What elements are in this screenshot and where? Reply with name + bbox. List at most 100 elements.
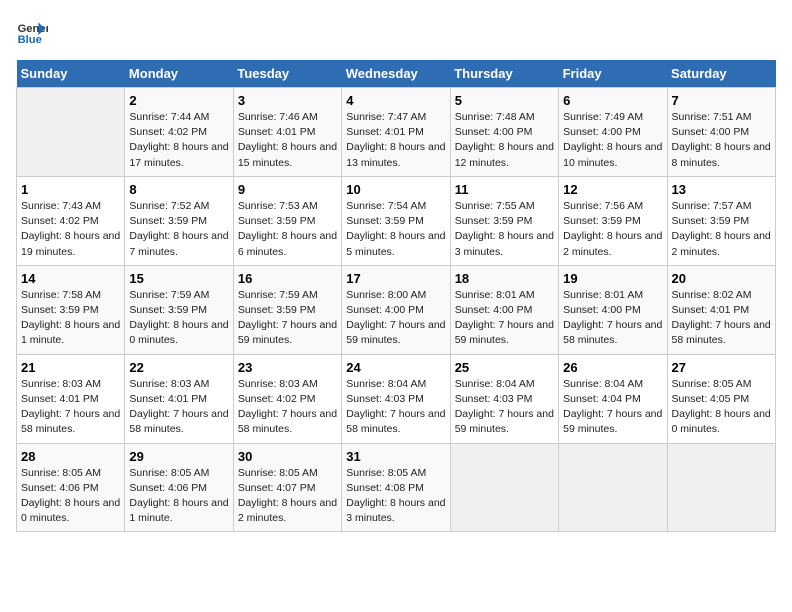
day-number: 25 (455, 360, 554, 375)
day-info: Sunrise: 7:59 AM Sunset: 3:59 PM Dayligh… (129, 288, 228, 349)
day-number: 17 (346, 271, 445, 286)
day-info: Sunrise: 7:58 AM Sunset: 3:59 PM Dayligh… (21, 288, 120, 349)
calendar-cell: 22 Sunrise: 8:03 AM Sunset: 4:01 PM Dayl… (125, 354, 233, 443)
day-info: Sunrise: 8:03 AM Sunset: 4:01 PM Dayligh… (129, 377, 228, 438)
day-info: Sunrise: 7:49 AM Sunset: 4:00 PM Dayligh… (563, 110, 662, 171)
calendar-cell: 21 Sunrise: 8:03 AM Sunset: 4:01 PM Dayl… (17, 354, 125, 443)
dow-header: Friday (559, 60, 667, 88)
day-info: Sunrise: 8:03 AM Sunset: 4:02 PM Dayligh… (238, 377, 337, 438)
calendar-cell: 31 Sunrise: 8:05 AM Sunset: 4:08 PM Dayl… (342, 443, 450, 532)
calendar-cell: 3 Sunrise: 7:46 AM Sunset: 4:01 PM Dayli… (233, 88, 341, 177)
calendar-cell: 12 Sunrise: 7:56 AM Sunset: 3:59 PM Dayl… (559, 176, 667, 265)
day-number: 2 (129, 93, 228, 108)
day-info: Sunrise: 8:01 AM Sunset: 4:00 PM Dayligh… (563, 288, 662, 349)
calendar-week: 28 Sunrise: 8:05 AM Sunset: 4:06 PM Dayl… (17, 443, 776, 532)
calendar-cell (667, 443, 775, 532)
day-number: 30 (238, 449, 337, 464)
calendar-cell: 6 Sunrise: 7:49 AM Sunset: 4:00 PM Dayli… (559, 88, 667, 177)
day-number: 11 (455, 182, 554, 197)
calendar-cell: 25 Sunrise: 8:04 AM Sunset: 4:03 PM Dayl… (450, 354, 558, 443)
calendar-cell: 14 Sunrise: 7:58 AM Sunset: 3:59 PM Dayl… (17, 265, 125, 354)
day-info: Sunrise: 7:51 AM Sunset: 4:00 PM Dayligh… (672, 110, 771, 171)
day-number: 21 (21, 360, 120, 375)
calendar-cell: 28 Sunrise: 8:05 AM Sunset: 4:06 PM Dayl… (17, 443, 125, 532)
calendar-cell (17, 88, 125, 177)
calendar-cell: 20 Sunrise: 8:02 AM Sunset: 4:01 PM Dayl… (667, 265, 775, 354)
day-number: 10 (346, 182, 445, 197)
day-number: 14 (21, 271, 120, 286)
day-info: Sunrise: 8:01 AM Sunset: 4:00 PM Dayligh… (455, 288, 554, 349)
dow-header: Sunday (17, 60, 125, 88)
calendar-cell (559, 443, 667, 532)
day-number: 13 (672, 182, 771, 197)
calendar-week: 14 Sunrise: 7:58 AM Sunset: 3:59 PM Dayl… (17, 265, 776, 354)
dow-header: Thursday (450, 60, 558, 88)
calendar-cell: 18 Sunrise: 8:01 AM Sunset: 4:00 PM Dayl… (450, 265, 558, 354)
day-number: 5 (455, 93, 554, 108)
day-info: Sunrise: 7:52 AM Sunset: 3:59 PM Dayligh… (129, 199, 228, 260)
day-number: 28 (21, 449, 120, 464)
calendar-week: 1 Sunrise: 7:43 AM Sunset: 4:02 PM Dayli… (17, 176, 776, 265)
calendar-cell: 13 Sunrise: 7:57 AM Sunset: 3:59 PM Dayl… (667, 176, 775, 265)
day-number: 4 (346, 93, 445, 108)
day-info: Sunrise: 8:03 AM Sunset: 4:01 PM Dayligh… (21, 377, 120, 438)
calendar-cell: 23 Sunrise: 8:03 AM Sunset: 4:02 PM Dayl… (233, 354, 341, 443)
calendar-cell: 19 Sunrise: 8:01 AM Sunset: 4:00 PM Dayl… (559, 265, 667, 354)
day-info: Sunrise: 8:00 AM Sunset: 4:00 PM Dayligh… (346, 288, 445, 349)
calendar-cell: 4 Sunrise: 7:47 AM Sunset: 4:01 PM Dayli… (342, 88, 450, 177)
day-number: 7 (672, 93, 771, 108)
dow-header: Tuesday (233, 60, 341, 88)
day-number: 26 (563, 360, 662, 375)
day-info: Sunrise: 8:05 AM Sunset: 4:08 PM Dayligh… (346, 466, 445, 527)
calendar-cell (450, 443, 558, 532)
day-info: Sunrise: 8:04 AM Sunset: 4:03 PM Dayligh… (346, 377, 445, 438)
page-header: General Blue (16, 16, 776, 48)
day-info: Sunrise: 8:05 AM Sunset: 4:07 PM Dayligh… (238, 466, 337, 527)
day-info: Sunrise: 7:53 AM Sunset: 3:59 PM Dayligh… (238, 199, 337, 260)
calendar-cell: 27 Sunrise: 8:05 AM Sunset: 4:05 PM Dayl… (667, 354, 775, 443)
day-info: Sunrise: 8:05 AM Sunset: 4:06 PM Dayligh… (129, 466, 228, 527)
calendar-cell: 15 Sunrise: 7:59 AM Sunset: 3:59 PM Dayl… (125, 265, 233, 354)
day-number: 18 (455, 271, 554, 286)
calendar-cell: 17 Sunrise: 8:00 AM Sunset: 4:00 PM Dayl… (342, 265, 450, 354)
day-info: Sunrise: 7:57 AM Sunset: 3:59 PM Dayligh… (672, 199, 771, 260)
day-info: Sunrise: 8:04 AM Sunset: 4:04 PM Dayligh… (563, 377, 662, 438)
svg-text:Blue: Blue (18, 34, 42, 46)
day-info: Sunrise: 7:48 AM Sunset: 4:00 PM Dayligh… (455, 110, 554, 171)
day-info: Sunrise: 7:46 AM Sunset: 4:01 PM Dayligh… (238, 110, 337, 171)
day-number: 20 (672, 271, 771, 286)
calendar-cell: 9 Sunrise: 7:53 AM Sunset: 3:59 PM Dayli… (233, 176, 341, 265)
calendar-cell: 30 Sunrise: 8:05 AM Sunset: 4:07 PM Dayl… (233, 443, 341, 532)
calendar-cell: 29 Sunrise: 8:05 AM Sunset: 4:06 PM Dayl… (125, 443, 233, 532)
day-number: 3 (238, 93, 337, 108)
day-number: 27 (672, 360, 771, 375)
calendar-cell: 2 Sunrise: 7:44 AM Sunset: 4:02 PM Dayli… (125, 88, 233, 177)
calendar-week: 21 Sunrise: 8:03 AM Sunset: 4:01 PM Dayl… (17, 354, 776, 443)
day-number: 12 (563, 182, 662, 197)
day-info: Sunrise: 8:04 AM Sunset: 4:03 PM Dayligh… (455, 377, 554, 438)
calendar-table: SundayMondayTuesdayWednesdayThursdayFrid… (16, 60, 776, 532)
day-info: Sunrise: 7:54 AM Sunset: 3:59 PM Dayligh… (346, 199, 445, 260)
day-info: Sunrise: 8:05 AM Sunset: 4:06 PM Dayligh… (21, 466, 120, 527)
day-number: 24 (346, 360, 445, 375)
calendar-cell: 5 Sunrise: 7:48 AM Sunset: 4:00 PM Dayli… (450, 88, 558, 177)
calendar-cell: 10 Sunrise: 7:54 AM Sunset: 3:59 PM Dayl… (342, 176, 450, 265)
day-number: 29 (129, 449, 228, 464)
day-info: Sunrise: 7:44 AM Sunset: 4:02 PM Dayligh… (129, 110, 228, 171)
dow-header: Wednesday (342, 60, 450, 88)
calendar-cell: 24 Sunrise: 8:04 AM Sunset: 4:03 PM Dayl… (342, 354, 450, 443)
day-info: Sunrise: 8:05 AM Sunset: 4:05 PM Dayligh… (672, 377, 771, 438)
day-number: 8 (129, 182, 228, 197)
calendar-cell: 16 Sunrise: 7:59 AM Sunset: 3:59 PM Dayl… (233, 265, 341, 354)
calendar-cell: 1 Sunrise: 7:43 AM Sunset: 4:02 PM Dayli… (17, 176, 125, 265)
day-number: 16 (238, 271, 337, 286)
day-info: Sunrise: 7:43 AM Sunset: 4:02 PM Dayligh… (21, 199, 120, 260)
calendar-week: 2 Sunrise: 7:44 AM Sunset: 4:02 PM Dayli… (17, 88, 776, 177)
dow-header: Monday (125, 60, 233, 88)
day-info: Sunrise: 8:02 AM Sunset: 4:01 PM Dayligh… (672, 288, 771, 349)
day-number: 22 (129, 360, 228, 375)
day-info: Sunrise: 7:56 AM Sunset: 3:59 PM Dayligh… (563, 199, 662, 260)
calendar-cell: 8 Sunrise: 7:52 AM Sunset: 3:59 PM Dayli… (125, 176, 233, 265)
day-info: Sunrise: 7:47 AM Sunset: 4:01 PM Dayligh… (346, 110, 445, 171)
day-number: 1 (21, 182, 120, 197)
